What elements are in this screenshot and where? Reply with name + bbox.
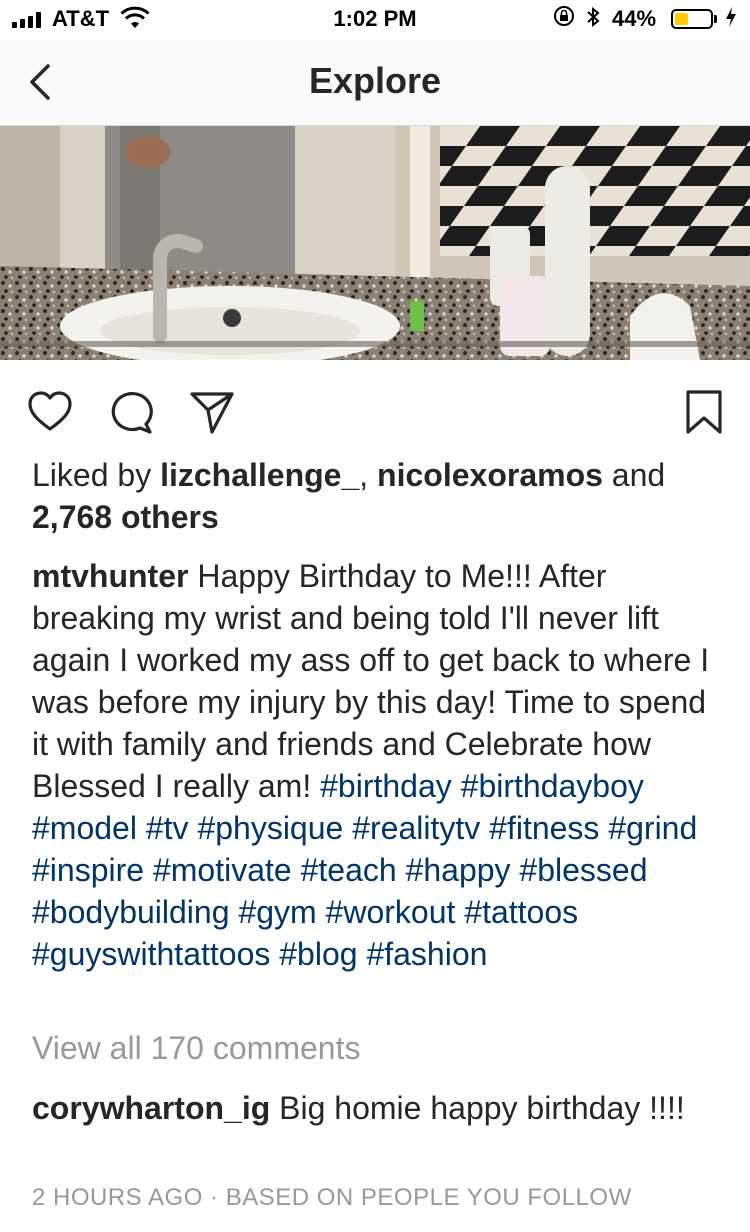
suggestion-reason: BASED ON PEOPLE YOU FOLLOW — [225, 1184, 632, 1211]
meta-separator: · — [210, 1184, 219, 1211]
view-all-comments-link[interactable]: View all 170 comments — [32, 1030, 360, 1067]
hashtag-link[interactable]: #physique — [197, 810, 343, 846]
post-meta: 2 HOURS AGO · BASED ON PEOPLE YOU FOLLOW — [32, 1184, 632, 1212]
post-caption: mtvhunter Happy Birthday to Me!!! After … — [32, 555, 722, 975]
hashtag-link[interactable]: #grind — [608, 810, 697, 846]
nav-bar: Explore — [0, 40, 750, 126]
comment-button[interactable] — [108, 388, 156, 436]
hashtag-link[interactable]: #fashion — [366, 936, 487, 972]
post-timestamp: 2 HOURS AGO — [32, 1184, 203, 1211]
liker-link[interactable]: nicolexoramos — [377, 457, 603, 493]
hashtag-link[interactable]: #model — [32, 810, 137, 846]
share-button[interactable] — [188, 388, 236, 436]
hashtag-link[interactable]: #gym — [238, 894, 316, 930]
hashtag-link[interactable]: #birthday — [320, 768, 452, 804]
heart-icon — [28, 391, 72, 431]
battery-level — [675, 13, 688, 25]
hashtag-link[interactable]: #tattoos — [464, 894, 578, 930]
save-button[interactable] — [684, 388, 732, 436]
hashtag-link[interactable]: #fitness — [489, 810, 599, 846]
hashtag-link[interactable]: #realitytv — [352, 810, 480, 846]
hashtag-link[interactable]: #bodybuilding — [32, 894, 230, 930]
charging-icon — [724, 5, 738, 35]
comment-icon — [111, 391, 153, 434]
comment-text: Big homie happy birthday !!!! — [279, 1090, 685, 1126]
hashtag-link[interactable]: #inspire — [32, 852, 144, 888]
likes-and: and — [611, 457, 666, 493]
likes-others-link[interactable]: 2,768 others — [32, 499, 219, 535]
hashtag-link[interactable]: #blog — [279, 936, 357, 972]
hashtag-link[interactable]: #motivate — [153, 852, 292, 888]
hashtag-link[interactable]: #workout — [326, 894, 456, 930]
rotation-lock-icon — [553, 5, 575, 33]
status-bar: AT&T 1:02 PM 44% — [0, 0, 750, 40]
caption-username[interactable]: mtvhunter — [32, 558, 188, 594]
likes-separator: , — [359, 457, 369, 493]
hashtag-link[interactable]: #birthdayboy — [461, 768, 644, 804]
like-button[interactable] — [26, 388, 74, 436]
hashtag-link[interactable]: #happy — [406, 852, 511, 888]
likes-summary[interactable]: Liked by lizchallenge_, nicolexoramos an… — [32, 454, 722, 538]
battery-icon — [671, 9, 713, 29]
comment: corywharton_ig Big homie happy birthday … — [32, 1087, 722, 1129]
bookmark-icon — [686, 390, 722, 434]
hashtag-link[interactable]: #teach — [301, 852, 397, 888]
hashtag-link[interactable]: #tv — [146, 810, 189, 846]
hashtag-link[interactable]: #blessed — [519, 852, 647, 888]
bluetooth-icon — [585, 5, 601, 35]
battery-percent: 44% — [612, 6, 657, 31]
battery-nub — [714, 15, 717, 23]
likes-prefix: Liked by — [32, 457, 152, 493]
post-actions — [0, 380, 750, 440]
post-image[interactable] — [0, 126, 750, 360]
liker-link[interactable]: lizchallenge_ — [160, 457, 359, 493]
page-title: Explore — [308, 60, 442, 101]
comment-username[interactable]: corywharton_ig — [32, 1090, 270, 1126]
share-icon — [190, 392, 234, 434]
hashtag-link[interactable]: #guyswithtattoos — [32, 936, 270, 972]
